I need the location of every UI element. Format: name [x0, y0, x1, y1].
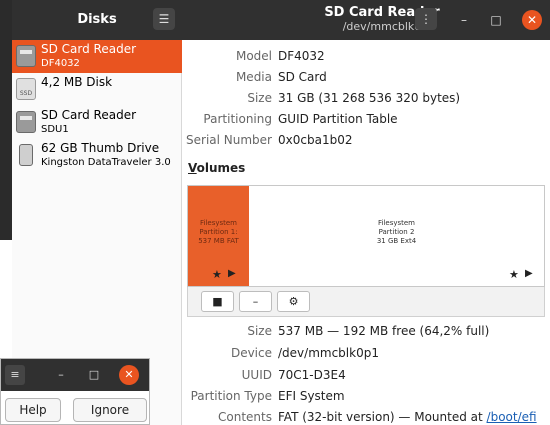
partition-size-label: Size: [247, 324, 272, 338]
dialog-minimize-button[interactable]: –: [51, 365, 71, 385]
minimize-icon: –: [58, 368, 64, 381]
size-value: 31 GB (31 268 536 320 bytes): [278, 91, 461, 105]
partition-settings-button[interactable]: ⚙: [277, 291, 310, 312]
device-label: Device: [230, 346, 272, 360]
media-label: Media: [235, 70, 272, 84]
partition-1-size: 537 MB FAT: [198, 237, 239, 245]
disk-item-thumb-drive[interactable]: 62 GB Thumb Drive Kingston DataTraveler …: [12, 139, 182, 172]
dialog-header: ≡ – □ ✕: [1, 359, 149, 391]
disk-name: 4,2 MB Disk: [41, 75, 113, 89]
disk-item-sd-card-reader-df4032[interactable]: SD Card Reader DF4032: [12, 40, 182, 73]
ignore-button[interactable]: Ignore: [73, 398, 147, 422]
disk-subtitle: SDU1: [41, 124, 69, 135]
contents-row: Contents FAT (32-bit version) — Mounted …: [183, 407, 550, 425]
hamburger-icon: ☰: [158, 12, 170, 26]
partition-type-value: EFI System: [278, 389, 345, 403]
partition-2-name: Partition 2: [378, 228, 415, 236]
maximize-button[interactable]: □: [486, 10, 506, 30]
partitioning-value: GUID Partition Table: [278, 112, 398, 126]
partition-1-block[interactable]: Filesystem Partition 1: 537 MB FAT ★ ▶: [188, 186, 249, 286]
serial-value: 0x0cba1b02: [278, 133, 353, 147]
usb-drive-icon: [19, 144, 33, 166]
volume-map: Filesystem Partition 1: 537 MB FAT ★ ▶ F…: [187, 185, 545, 287]
partition-type-label: Partition Type: [190, 389, 272, 403]
disk-name: SD Card Reader: [41, 42, 137, 56]
dialog-maximize-button[interactable]: □: [84, 365, 104, 385]
stop-icon: ■: [212, 295, 223, 308]
close-icon: ✕: [124, 368, 134, 381]
serial-label: Serial Number: [186, 133, 272, 147]
window-title-area: SD Card Reader /dev/mmcblk0: [292, 5, 472, 34]
uuid-row: UUID 70C1-D3E4: [183, 365, 550, 385]
media-row: Media SD Card: [183, 67, 550, 87]
window-title: SD Card Reader: [324, 5, 440, 20]
model-label: Model: [235, 49, 272, 63]
size-row: Size 31 GB (31 268 536 320 bytes): [183, 88, 550, 108]
model-value: DF4032: [278, 49, 325, 63]
hamburger-icon: ≡: [10, 368, 20, 381]
uuid-label: UUID: [241, 368, 272, 382]
app-menu-button[interactable]: ☰: [153, 8, 175, 30]
volumes-heading: Volumes: [188, 161, 246, 175]
dialog-close-button[interactable]: ✕: [119, 365, 139, 385]
disk-name: SD Card Reader: [41, 108, 137, 122]
minimize-button[interactable]: –: [454, 10, 474, 30]
model-row: Model DF4032: [183, 46, 550, 66]
small-dialog: ≡ – □ ✕ Help Ignore: [0, 358, 150, 425]
maximize-icon: □: [490, 13, 502, 27]
volume-toolbar: ■ – ⚙: [187, 287, 545, 317]
media-value: SD Card: [278, 70, 327, 84]
close-icon: ✕: [526, 13, 538, 27]
dialog-menu-button[interactable]: ≡: [5, 365, 25, 385]
minimize-icon: –: [461, 13, 467, 27]
device-value: /dev/mmcblk0p1: [278, 346, 379, 360]
partition-2-type: Filesystem: [377, 219, 416, 227]
partition-type-row: Partition Type EFI System: [183, 386, 550, 406]
partition-2-block[interactable]: Filesystem Partition 2 31 GB Ext4 ★ ▶: [249, 186, 544, 286]
minus-icon: –: [252, 295, 259, 308]
partition-size-row: Size 537 MB — 192 MB free (64,2% full): [183, 321, 550, 341]
unmount-button[interactable]: ■: [201, 291, 234, 312]
gears-icon: ⚙: [288, 295, 299, 308]
background-window-edge: [0, 0, 12, 240]
help-button[interactable]: Help: [5, 398, 61, 422]
star-icon: ★: [509, 268, 519, 281]
partition-1-name: Partition 1:: [199, 228, 238, 236]
ssd-icon: SSD: [16, 78, 36, 100]
drive-details: Model DF4032 Media SD Card Size 31 GB (3…: [183, 40, 550, 425]
play-icon: ▶: [525, 268, 533, 279]
sd-card-icon: [16, 111, 36, 133]
contents-label: Contents: [218, 410, 272, 424]
maximize-icon: □: [88, 368, 100, 381]
disk-item-4mb-disk[interactable]: SSD 4,2 MB Disk: [12, 73, 182, 106]
partition-1-type: Filesystem: [199, 219, 238, 227]
delete-partition-button[interactable]: –: [239, 291, 272, 312]
disk-subtitle: Kingston DataTraveler 3.0: [41, 157, 171, 168]
star-icon: ★: [212, 268, 222, 281]
device-row: Device /dev/mmcblk0p1: [183, 343, 550, 363]
drive-options-button[interactable]: ⋮: [415, 8, 437, 30]
kebab-icon: ⋮: [420, 12, 432, 26]
mounted-play-icon: ▶: [228, 268, 236, 279]
close-button[interactable]: ✕: [522, 10, 542, 30]
size-label: Size: [247, 91, 272, 105]
partitioning-label: Partitioning: [203, 112, 272, 126]
window-subtitle: /dev/mmcblk0: [342, 20, 422, 33]
disk-item-sd-card-reader-sdu1[interactable]: SD Card Reader SDU1: [12, 106, 182, 139]
disk-name: 62 GB Thumb Drive: [41, 141, 160, 155]
uuid-value: 70C1-D3E4: [278, 368, 346, 382]
header-bar: Disks ☰ SD Card Reader /dev/mmcblk0 ⋮ – …: [12, 0, 550, 40]
disk-subtitle: DF4032: [41, 58, 80, 69]
partitioning-row: Partitioning GUID Partition Table: [183, 109, 550, 129]
mount-point-link[interactable]: /boot/efi: [487, 410, 537, 424]
contents-value: FAT (32-bit version) — Mounted at: [278, 410, 487, 424]
partition-2-size: 31 GB Ext4: [376, 237, 417, 245]
sd-card-icon: [16, 45, 36, 67]
partition-size-value: 537 MB — 192 MB free (64,2% full): [278, 324, 490, 338]
serial-row: Serial Number 0x0cba1b02: [183, 130, 550, 150]
